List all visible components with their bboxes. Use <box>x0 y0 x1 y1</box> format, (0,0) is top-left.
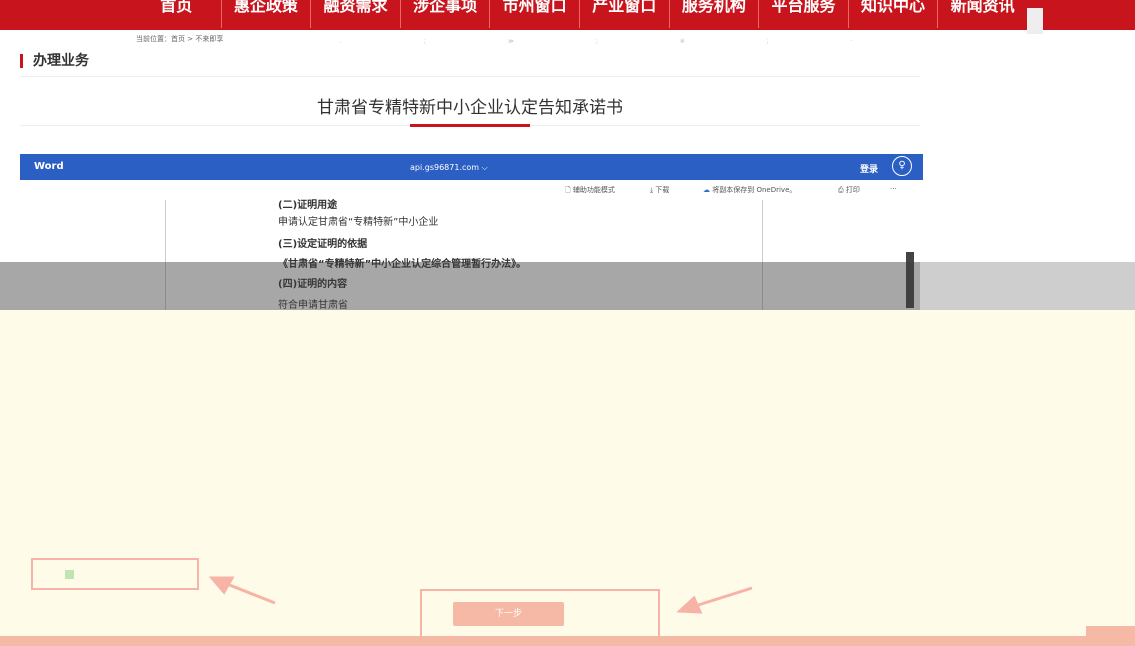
section-title: 办理业务 <box>20 54 89 68</box>
dim-overlay <box>920 262 1135 310</box>
divider <box>20 76 920 77</box>
doc-paragraph: 申请认定甘肃省“专精特新”中小企业 <box>278 217 439 228</box>
agree-checkbox[interactable] <box>65 570 74 579</box>
nav-item-news[interactable]: 新闻资讯 <box>937 0 1027 28</box>
print-icon: ⎙ <box>838 186 844 194</box>
print-button[interactable]: ⎙ 打印 <box>838 185 860 195</box>
cloud-icon: ☁ <box>703 186 710 194</box>
more-options-button[interactable]: ··· <box>890 185 897 193</box>
login-link[interactable]: 登录 <box>860 162 878 175</box>
nav-item-affairs[interactable]: 涉企事项 <box>399 0 490 28</box>
nav-item-knowledge[interactable]: 知识中心 <box>847 0 938 28</box>
user-icon[interactable]: ♀ <box>892 156 912 176</box>
nav-item-home[interactable]: 首页 <box>132 0 221 28</box>
footer-strip <box>0 636 1135 646</box>
doc-heading: (二)证明用途 <box>278 200 338 211</box>
breadcrumb-artifacts: . ; ≫ ; ※ ; · ※ ; ≫ <box>340 38 930 45</box>
page-title: 甘肃省专精特新中小企业认定告知承诺书 <box>317 98 623 118</box>
next-button-highlight: 下一步 <box>420 589 660 639</box>
doc-heading: (三)设定证明的依据 <box>278 239 368 250</box>
accessibility-label: 辅助功能模式 <box>572 186 615 194</box>
nav-item-platform-service[interactable]: 平台服务 <box>758 0 848 28</box>
save-onedrive-label: 将副本保存到 OneDrive。 <box>712 186 797 194</box>
save-onedrive-button[interactable]: ☁ 将副本保存到 OneDrive。 <box>703 185 796 195</box>
print-label: 打印 <box>845 186 860 194</box>
download-icon: ⤓ <box>650 186 654 194</box>
corner-widget[interactable] <box>1086 626 1135 646</box>
word-toolbar: 🗋 辅助功能模式 ⤓ 下载 ☁ 将副本保存到 OneDrive。 ⎙ 打印 ··… <box>20 180 923 201</box>
nav-shadow <box>1027 8 1043 34</box>
nav-item-service-agency[interactable]: 服务机构 <box>668 0 759 28</box>
next-button[interactable]: 下一步 <box>453 602 564 626</box>
nav-item-policy[interactable]: 惠企政策 <box>220 0 311 28</box>
download-button[interactable]: ⤓ 下载 <box>650 185 669 195</box>
agree-checkbox-highlight <box>31 558 199 590</box>
word-host-dropdown[interactable]: api.gs96871.com ⌵ <box>410 163 488 173</box>
word-header-bar: Word api.gs96871.com ⌵ 登录 ♀ <box>20 154 923 180</box>
accessibility-button[interactable]: 🗋 辅助功能模式 <box>565 185 615 197</box>
nav-menu: 首页 惠企政策 融资需求 涉企事项 市州窗口 产业窗口 服务机构 平台服务 知识… <box>132 0 1027 28</box>
word-app-name: Word <box>34 161 64 172</box>
nav-item-industry-window[interactable]: 产业窗口 <box>578 0 669 28</box>
download-label: 下载 <box>655 186 670 194</box>
nav-item-financing[interactable]: 融资需求 <box>310 0 400 28</box>
title-underline <box>410 124 530 127</box>
dim-overlay <box>0 262 920 310</box>
top-navigation: 首页 惠企政策 融资需求 涉企事项 市州窗口 产业窗口 服务机构 平台服务 知识… <box>0 0 1135 30</box>
accessibility-icon: 🗋 <box>565 186 571 194</box>
breadcrumb: 当前位置：首页 > 不来即享 <box>136 35 224 43</box>
nav-item-city-window[interactable]: 市州窗口 <box>489 0 579 28</box>
